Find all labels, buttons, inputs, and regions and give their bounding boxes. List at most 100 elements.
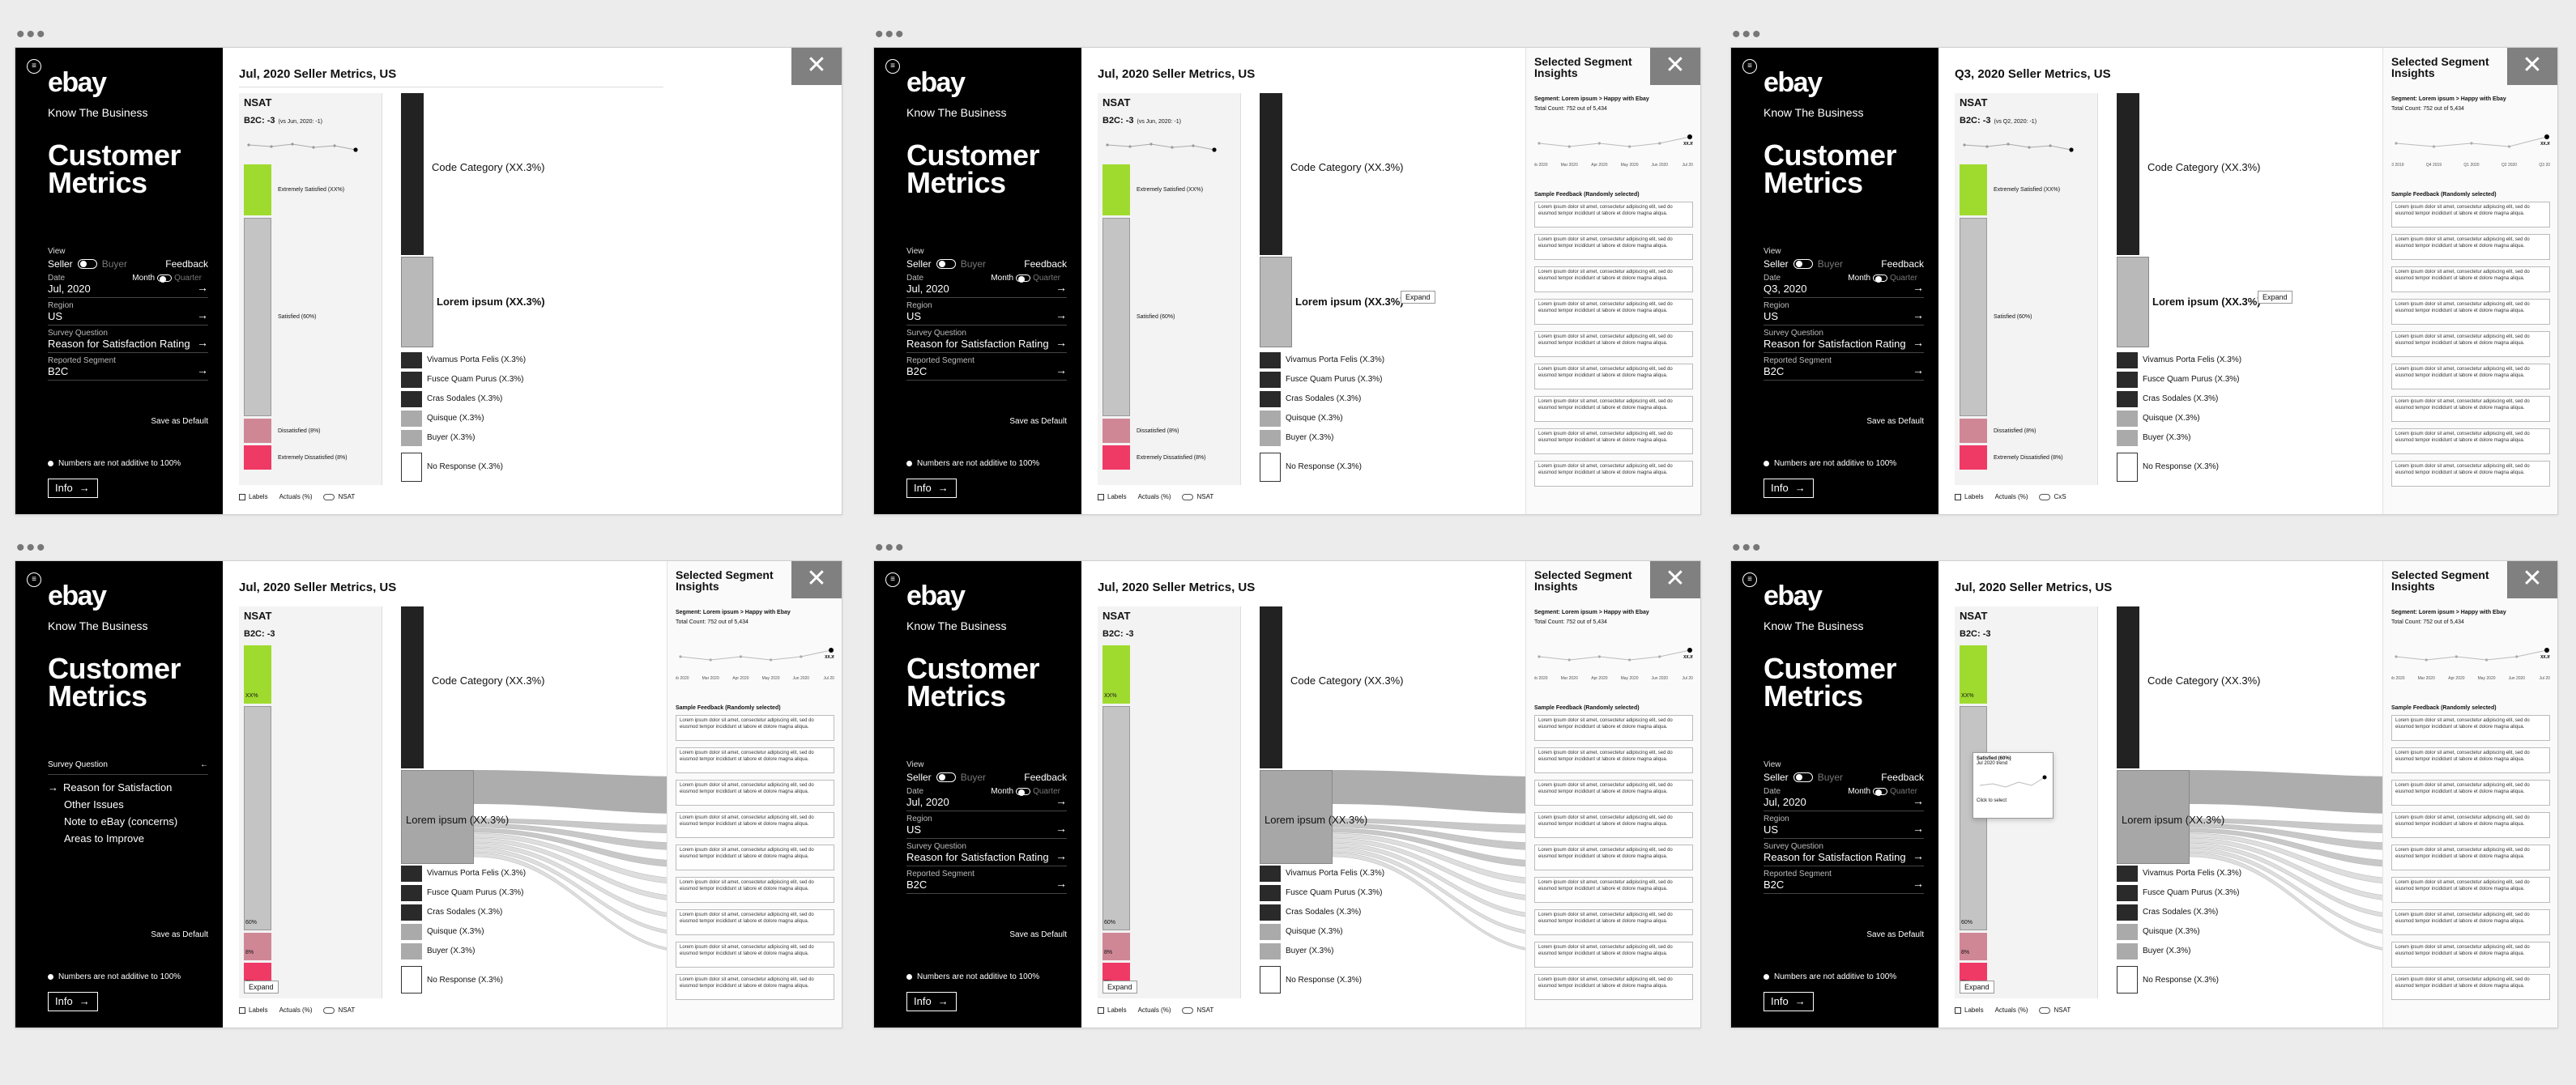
menu-icon[interactable]: ≡ [885,59,900,74]
segment-filter[interactable]: Reported Segment B2C → [1764,353,1924,381]
date-filter[interactable]: Date Jul, 2020 → Month Quarter [48,270,208,298]
category-bar[interactable] [2117,885,2138,901]
segment-filter[interactable]: Reported Segment B2C → [1764,866,1924,894]
chevron-right-icon[interactable]: → [1056,849,1067,862]
code-category-bar[interactable] [401,93,424,255]
chevron-right-icon[interactable]: → [1913,877,1924,890]
period-toggle-switch[interactable] [1016,788,1031,796]
survey-option[interactable]: → Reason for Satisfaction [48,781,208,794]
nsat-segment[interactable] [1102,164,1130,215]
close-icon[interactable]: ✕ [2522,52,2542,79]
segment-filter[interactable]: Reported Segment B2C → [906,353,1067,381]
info-button[interactable]: Info → [48,479,98,498]
chevron-right-icon[interactable]: → [1913,822,1924,835]
close-button[interactable]: ✕ [2507,561,2557,598]
buyer-option[interactable]: Buyer [1818,772,1843,783]
save-default-link[interactable]: Save as Default [1009,417,1067,426]
nsat-toggle[interactable] [1182,1006,1194,1014]
close-button[interactable]: ✕ [791,561,842,598]
category-bar[interactable] [2117,372,2138,388]
close-icon[interactable]: ✕ [2522,565,2542,592]
view-toggle-row[interactable]: Seller Buyer Feedback [906,771,1067,784]
category-bar[interactable] [401,453,422,482]
close-icon[interactable]: ✕ [1665,52,1685,79]
info-button[interactable]: Info → [48,992,98,1011]
chevron-right-icon[interactable]: → [197,281,208,294]
feedback-option[interactable]: Feedback [1881,772,1924,783]
period-toggle[interactable]: Month Quarter [1848,274,1917,283]
category-bar[interactable] [2117,453,2138,482]
category-bar[interactable] [1260,430,1281,446]
period-toggle-switch[interactable] [1016,274,1031,283]
chevron-right-icon[interactable]: → [1056,281,1067,294]
period-toggle[interactable]: Month Quarter [991,787,1060,796]
nsat-segment[interactable] [244,706,271,930]
period-toggle-switch[interactable] [1873,788,1888,796]
chevron-right-icon[interactable]: → [1913,281,1924,294]
region-filter[interactable]: Region US → [906,298,1067,326]
menu-icon[interactable]: ≡ [885,572,900,587]
date-filter[interactable]: Date Jul, 2020 → Month Quarter [906,270,1067,298]
category-bar[interactable] [1260,411,1281,427]
survey-filter[interactable]: Survey Question Reason for Satisfaction R… [1764,839,1924,866]
chevron-right-icon[interactable]: → [1913,364,1924,377]
lorem-bar[interactable] [401,257,433,347]
seller-option[interactable]: Seller [48,258,73,270]
nsat-segment[interactable] [1102,218,1130,416]
view-toggle-row[interactable]: Seller Buyer Feedback [48,257,208,270]
category-bar[interactable] [401,430,422,446]
labels-checkbox[interactable] [239,1006,245,1014]
chevron-right-icon[interactable]: → [1056,877,1067,890]
code-category-bar[interactable] [1260,93,1282,255]
nsat-segment[interactable] [1960,419,1987,443]
info-button[interactable]: Info → [906,479,957,498]
info-button[interactable]: Info → [906,992,957,1011]
nsat-segment[interactable] [1102,419,1130,443]
category-bar[interactable] [401,352,422,368]
nsat-segment[interactable] [244,218,271,416]
chevron-right-icon[interactable]: → [1056,822,1067,835]
save-default-link[interactable]: Save as Default [1009,930,1067,939]
category-bar[interactable] [1260,866,1281,882]
category-bar[interactable] [1260,391,1281,407]
chevron-right-icon[interactable]: → [1056,794,1067,807]
region-filter[interactable]: Region US → [1764,811,1924,839]
survey-filter[interactable]: Survey Question Reason for Satisfaction R… [906,326,1067,353]
chevron-right-icon[interactable]: → [1913,308,1924,321]
code-category-bar[interactable] [401,606,424,768]
buyer-option[interactable]: Buyer [961,258,986,270]
period-toggle[interactable]: Month Quarter [1848,787,1917,796]
category-bar[interactable] [1260,943,1281,959]
buyer-option[interactable]: Buyer [961,772,986,783]
date-filter[interactable]: Date Jul, 2020 → Month Quarter [906,784,1067,811]
nsat-toggle[interactable] [2039,493,2051,500]
survey-filter[interactable]: Survey Question Reason for Satisfaction R… [1764,326,1924,353]
survey-filter[interactable]: Survey Question Reason for Satisfaction R… [906,839,1067,866]
code-category-bar[interactable] [2117,93,2139,255]
nsat-segment[interactable] [244,164,271,215]
chevron-right-icon[interactable]: → [1056,336,1067,349]
chevron-right-icon[interactable]: → [1913,849,1924,862]
category-bar[interactable] [401,866,422,882]
back-arrow-icon[interactable]: ← [200,760,208,769]
category-bar[interactable] [401,943,422,959]
close-icon[interactable]: ✕ [806,52,826,79]
survey-filter[interactable]: Survey Question Reason for Satisfaction R… [48,326,208,353]
date-filter[interactable]: Date Jul, 2020 → Month Quarter [1764,784,1924,811]
labels-checkbox[interactable] [239,493,245,500]
nsat-segment[interactable] [1960,445,1987,470]
category-bar[interactable] [401,391,422,407]
month-option[interactable]: Month [991,274,1013,283]
category-bar[interactable] [401,372,422,388]
expand-button[interactable]: Expand [1401,291,1435,304]
expand-button[interactable]: Expand [244,981,279,994]
nsat-segment[interactable] [244,419,271,443]
expand-button[interactable]: Expand [2258,291,2292,304]
category-bar[interactable] [401,885,422,901]
region-filter[interactable]: Region US → [1764,298,1924,326]
view-toggle[interactable] [1793,772,1813,782]
category-bar[interactable] [2117,866,2138,882]
region-filter[interactable]: Region US → [906,811,1067,839]
seller-option[interactable]: Seller [1764,258,1789,270]
lorem-bar[interactable] [2117,257,2149,347]
